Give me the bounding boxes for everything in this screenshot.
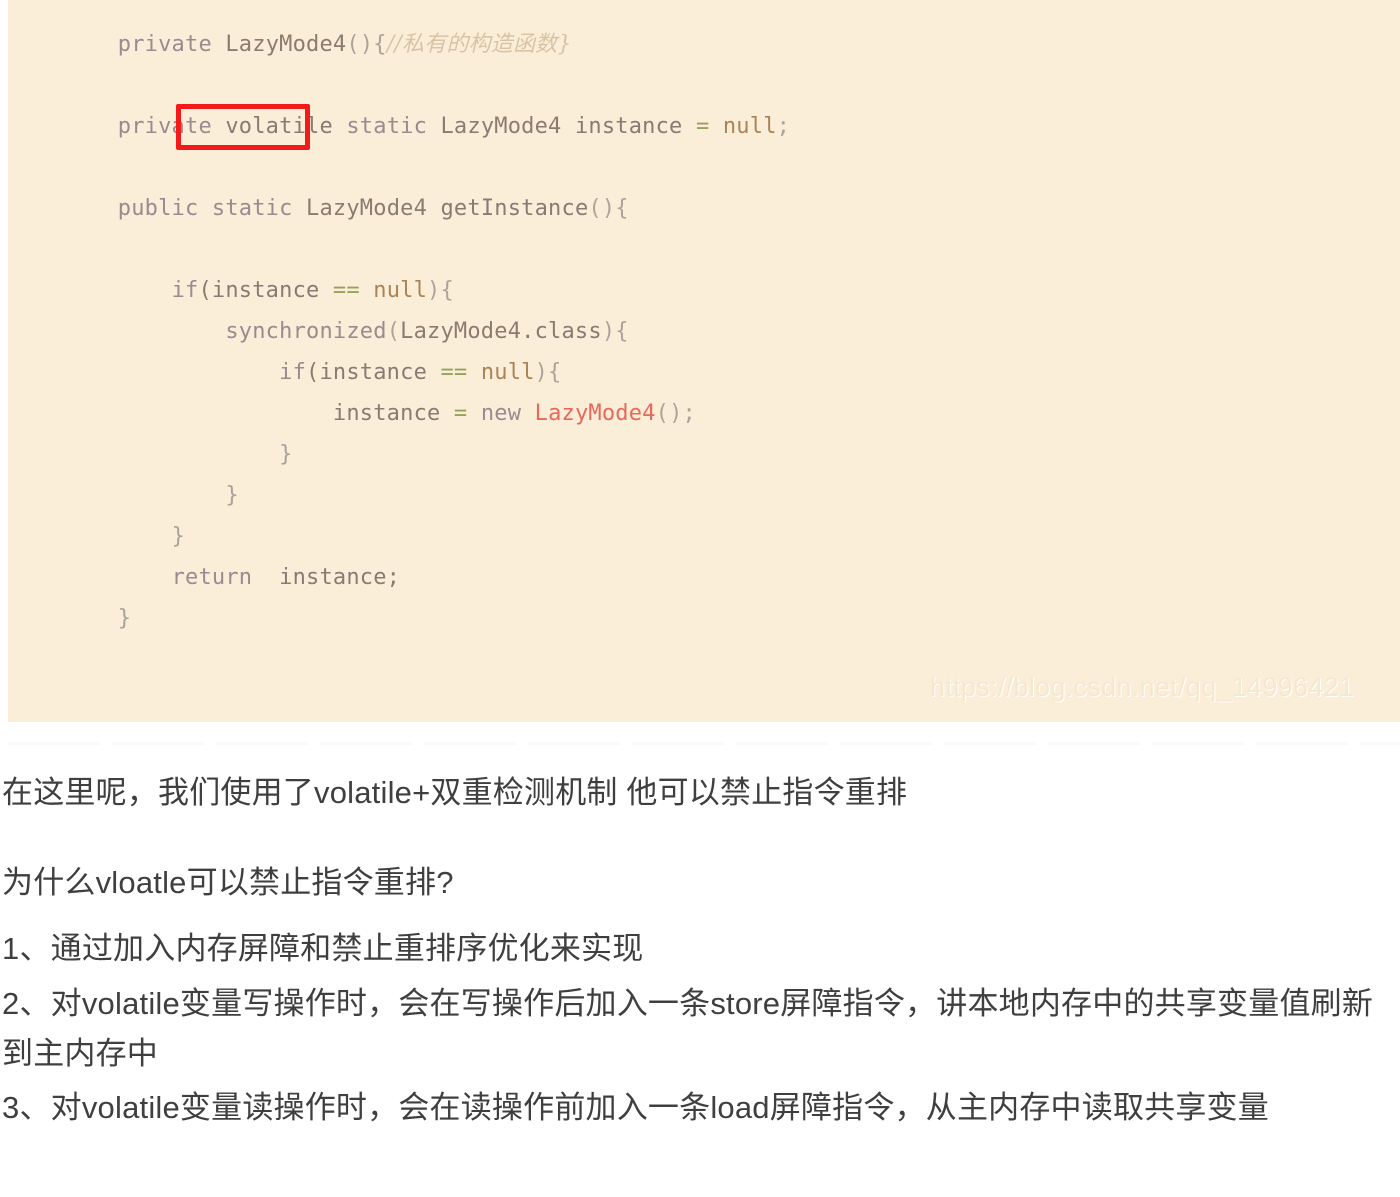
code-token: (); [655,401,696,426]
code-line: synchronized(LazyMode4.class){ [64,311,629,352]
code-token: synchronized [225,319,387,344]
paragraph-item-1: 1、通过加入内存屏障和禁止重排序优化来实现 [2,931,644,967]
code-token: (instance [198,278,333,303]
separator-dashes [8,742,1400,745]
code-token: instance [561,114,696,139]
code-token: LazyMode4 [225,32,347,57]
code-token: new [480,401,522,426]
code-token: private [117,32,212,57]
code-block: private LazyMode4(){//私有的构造函数} private v… [8,0,1400,722]
code-line: instance = new LazyMode4(); [64,393,696,434]
code-line: } [64,434,293,475]
code-token: null [373,278,428,303]
code-token: return [171,565,253,590]
code-token: ){ [601,319,629,344]
code-token: } [279,442,293,467]
code-token: (instance [306,360,441,385]
code-token: ){ [427,278,454,303]
code-token: (){ [588,196,629,221]
code-token: } [117,606,132,631]
code-token: (){ [346,32,387,57]
paragraph-item-2: 2、对volatile变量写操作时，会在写操作后加入一条store屏障指令，讲本… [2,985,1374,1071]
code-token: instance [332,401,454,426]
code-token: = [453,401,468,426]
paragraph-item-3: 3、对volatile变量读操作时，会在读操作前加入一条load屏障指令，从主内… [2,1090,1269,1126]
code-token: .class [521,319,602,344]
code-line: private LazyMode4(){//私有的构造函数} [64,24,572,65]
paragraph-lead: 在这里呢，我们使用了volatile+双重检测机制 他可以禁止指令重排 [2,775,908,810]
code-line: } [64,598,131,639]
code-token: getInstance [427,196,589,221]
code-line: } [64,516,185,557]
code-token: ( [386,319,401,344]
code-token: if [279,360,307,385]
code-token: instance; [252,565,401,590]
code-token: == [440,360,468,385]
code-line: if(instance == null){ [64,352,561,393]
code-token: } [225,483,239,508]
code-token: LazyMode4 [534,401,656,426]
code-token: //私有的构造函数} [386,32,572,57]
code-line: private volatile static LazyMode4 instan… [64,106,790,147]
code-token: LazyMode4 [440,114,562,139]
code-token: LazyMode4 [400,319,522,344]
code-line: if(instance == null){ [64,270,454,311]
code-line: return instance; [64,557,400,598]
code-token: ; [776,114,791,139]
code-token: public [117,196,199,221]
code-line: public static LazyMode4 getInstance(){ [64,188,629,229]
code-token: null [722,114,777,139]
code-line: } [64,475,239,516]
code-token: == [332,278,360,303]
code-token: } [171,524,186,549]
article-text: 在这里呢，我们使用了volatile+双重检测机制 他可以禁止指令重排 为什么v… [0,768,1400,1137]
code-token: ){ [534,360,562,385]
code-token: null [480,360,535,385]
code-token: LazyMode4 [306,196,428,221]
volatile-highlight-box [176,104,310,150]
code-token: = [695,114,710,139]
watermark: https://blog.csdn.net/qq_14996421 [930,672,1355,702]
paragraph-question: 为什么vloatle可以禁止指令重排? [2,865,454,901]
code-token: static [346,114,428,139]
code-token: static [211,196,293,221]
code-token: if [171,278,199,303]
